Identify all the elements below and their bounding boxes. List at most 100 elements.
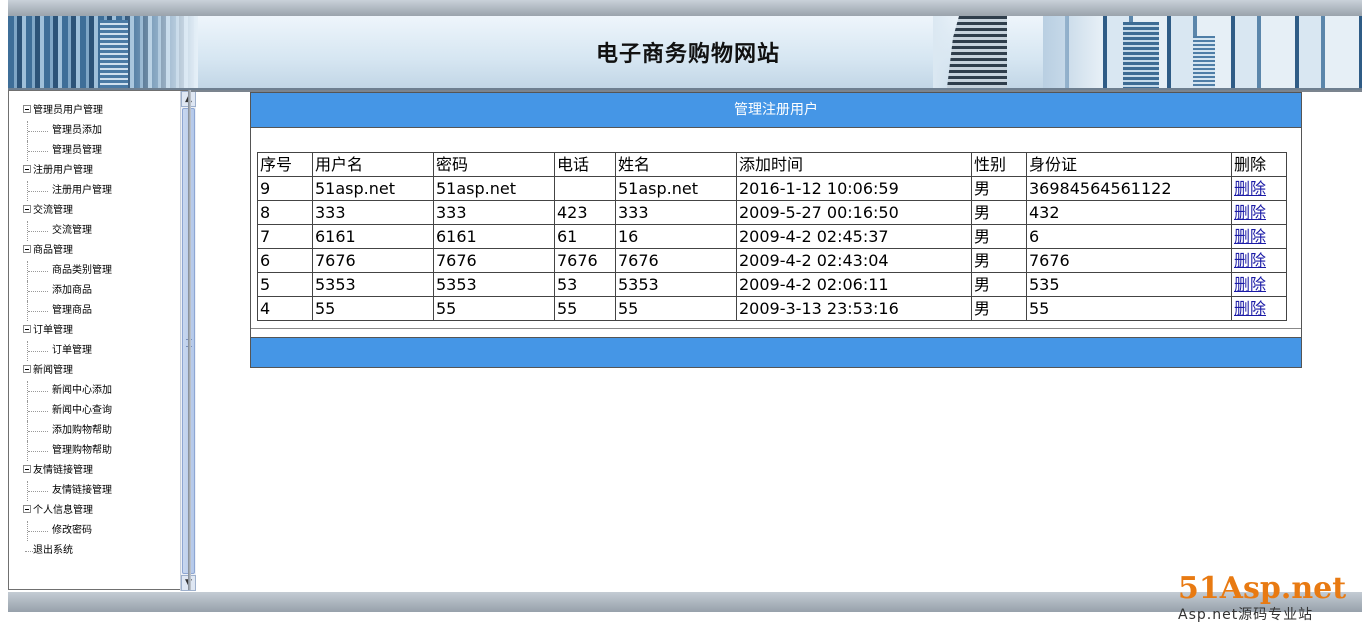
- table-cell: 51asp.net: [433, 176, 555, 201]
- sidebar: 管理员用户管理 管理员添加 管理员管理 注册用户管理 注册用户管理 交流管理 交流管理 商品管…: [8, 90, 196, 591]
- table-cell: 333: [312, 200, 434, 225]
- delete-link[interactable]: 删除: [1234, 179, 1266, 198]
- table-row: 8 333 333 423 333 2009-5-27 00:16:50 男 432 删除: [257, 200, 1287, 225]
- delete-link[interactable]: 删除: [1234, 203, 1266, 222]
- panel-footer-gap: [251, 328, 1301, 337]
- table-row: 4 55 55 55 55 2009-3-13 23:53:16 男 55 删除: [257, 296, 1287, 321]
- table-cell: 2009-5-27 00:16:50: [736, 200, 972, 225]
- watermark-main-text: 51Asp.net: [1178, 571, 1347, 606]
- sidebar-item-7-0[interactable]: 修改密码: [27, 521, 171, 541]
- table-cell: 男: [971, 200, 1027, 225]
- collapse-icon[interactable]: [23, 245, 31, 253]
- table-row: 5 5353 5353 53 5353 2009-4-2 02:06:11 男 535 删除: [257, 272, 1287, 297]
- sidebar-group-3[interactable]: 商品管理: [21, 241, 171, 261]
- table-cell: 4: [257, 296, 313, 321]
- sidebar-item-logout[interactable]: 退出系统: [21, 541, 171, 561]
- sidebar-item-3-1[interactable]: 添加商品: [27, 281, 171, 301]
- sidebar-item-4-0[interactable]: 订单管理: [27, 341, 171, 361]
- sidebar-item-3-2[interactable]: 管理商品: [27, 301, 171, 321]
- banner-building-image-right: [1043, 16, 1362, 88]
- table-cell: 55: [433, 296, 555, 321]
- sidebar-group-7[interactable]: 个人信息管理: [21, 501, 171, 521]
- table-cell: 333: [615, 200, 737, 225]
- sidebar-item-2-0[interactable]: 交流管理: [27, 221, 171, 241]
- table-cell: 55: [615, 296, 737, 321]
- table-cell: 6: [257, 248, 313, 273]
- table-cell: 7676: [1026, 248, 1232, 273]
- table-cell: 删除: [1231, 272, 1287, 297]
- sidebar-group-label: 交流管理: [33, 205, 73, 216]
- collapse-icon[interactable]: [23, 505, 31, 513]
- collapse-icon[interactable]: [23, 465, 31, 473]
- delete-link[interactable]: 删除: [1234, 299, 1266, 318]
- table-cell: 36984564561122: [1026, 176, 1232, 201]
- column-header: 身份证: [1026, 152, 1232, 177]
- table-cell: 6: [1026, 224, 1232, 249]
- table-cell: 2009-4-2 02:43:04: [736, 248, 972, 273]
- sidebar-item-1-0[interactable]: 注册用户管理: [27, 181, 171, 201]
- users-table: 序号 用户名 密码 电话 姓名 添加时间 性别 身份证 删除 9 51asp.net 51asp.ne…: [257, 152, 1287, 321]
- bottom-bar: [8, 592, 1362, 612]
- table-cell: 51asp.net: [312, 176, 434, 201]
- table-cell: 5353: [615, 272, 737, 297]
- sidebar-group-0[interactable]: 管理员用户管理: [21, 101, 171, 121]
- sidebar-group-label: 注册用户管理: [33, 165, 93, 176]
- table-cell: 2016-1-12 10:06:59: [736, 176, 972, 201]
- sidebar-group-1[interactable]: 注册用户管理: [21, 161, 171, 181]
- collapse-icon[interactable]: [23, 325, 31, 333]
- collapse-icon[interactable]: [23, 165, 31, 173]
- table-cell: 6161: [433, 224, 555, 249]
- sidebar-item-3-0[interactable]: 商品类别管理: [27, 261, 171, 281]
- watermark-logo: 51Asp.net Asp.net源码专业站: [1178, 572, 1360, 630]
- sidebar-group-label: 商品管理: [33, 245, 73, 256]
- table-cell: 51asp.net: [615, 176, 737, 201]
- delete-link[interactable]: 删除: [1234, 275, 1266, 294]
- sidebar-group-4[interactable]: 订单管理: [21, 321, 171, 341]
- table-row: 7 6161 6161 61 16 2009-4-2 02:45:37 男 6 删除: [257, 224, 1287, 249]
- table-cell: 16: [615, 224, 737, 249]
- table-cell: 男: [971, 248, 1027, 273]
- sidebar-item-5-0[interactable]: 新闻中心添加: [27, 381, 171, 401]
- table-cell: 53: [554, 272, 616, 297]
- table-cell: 423: [554, 200, 616, 225]
- delete-link[interactable]: 删除: [1234, 251, 1266, 270]
- sidebar-group-5[interactable]: 新闻管理: [21, 361, 171, 381]
- sidebar-item-5-3[interactable]: 管理购物帮助: [27, 441, 171, 461]
- collapse-icon[interactable]: [23, 365, 31, 373]
- sidebar-item-0-1[interactable]: 管理员管理: [27, 141, 171, 161]
- sidebar-item-0-0[interactable]: 管理员添加: [27, 121, 171, 141]
- collapse-icon[interactable]: [23, 205, 31, 213]
- table-cell: 333: [433, 200, 555, 225]
- table-cell: 5353: [312, 272, 434, 297]
- top-bar: [8, 0, 1362, 17]
- table-cell: 55: [312, 296, 434, 321]
- sidebar-group-2[interactable]: 交流管理: [21, 201, 171, 221]
- column-header: 密码: [433, 152, 555, 177]
- sidebar-item-5-1[interactable]: 新闻中心查询: [27, 401, 171, 421]
- table-cell: 男: [971, 272, 1027, 297]
- table-cell: 删除: [1231, 176, 1287, 201]
- table-cell: 7676: [615, 248, 737, 273]
- column-header: 删除: [1231, 152, 1287, 177]
- column-header: 用户名: [312, 152, 434, 177]
- column-header: 电话: [554, 152, 616, 177]
- sidebar-item-6-0[interactable]: 友情链接管理: [27, 481, 171, 501]
- table-row: 6 7676 7676 7676 7676 2009-4-2 02:43:04 男 7676 删…: [257, 248, 1287, 273]
- delete-link[interactable]: 删除: [1234, 227, 1266, 246]
- sidebar-group-label: 管理员用户管理: [33, 105, 103, 116]
- table-cell: 男: [971, 224, 1027, 249]
- header-banner: 电子商务购物网站: [8, 16, 1362, 90]
- table-cell: 7676: [554, 248, 616, 273]
- collapse-icon[interactable]: [23, 105, 31, 113]
- table-cell: 535: [1026, 272, 1232, 297]
- sidebar-group-6[interactable]: 友情链接管理: [21, 461, 171, 481]
- column-header: 序号: [257, 152, 313, 177]
- site-title: 电子商务购物网站: [595, 42, 780, 67]
- table-row: 9 51asp.net 51asp.net 51asp.net 2016-1-12 10…: [257, 176, 1287, 201]
- sidebar-item-5-2[interactable]: 添加购物帮助: [27, 421, 171, 441]
- table-cell: 删除: [1231, 200, 1287, 225]
- column-header: 性别: [971, 152, 1027, 177]
- banner-tower-image: [933, 16, 1043, 88]
- table-cell: 6161: [312, 224, 434, 249]
- table-cell: 男: [971, 176, 1027, 201]
